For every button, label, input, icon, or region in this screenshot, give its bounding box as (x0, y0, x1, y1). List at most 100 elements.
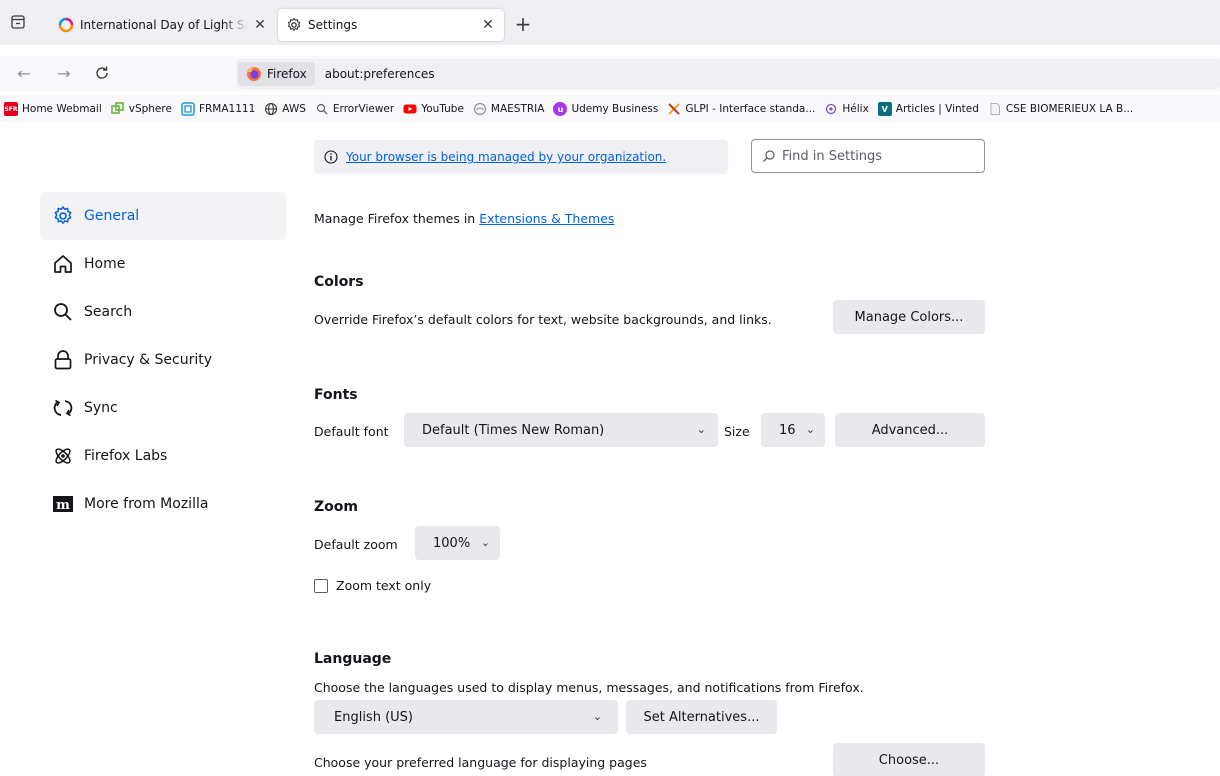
tab-international-day[interactable]: International Day of Light School ✕ (50, 9, 276, 41)
manage-colors-button[interactable]: Manage Colors... (833, 300, 985, 334)
tab-bar: International Day of Light School ✕ Sett… (0, 0, 1220, 45)
new-tab-button[interactable]: + (512, 12, 534, 36)
udemy-icon: u (553, 102, 568, 116)
tab-title: International Day of Light School (80, 18, 248, 32)
helix-icon (824, 102, 838, 116)
bookmark-vsphere[interactable]: vSphere (110, 102, 172, 116)
bookmark-label: YouTube (421, 103, 464, 115)
bookmark-vinted[interactable]: V Articles | Vinted (877, 102, 979, 116)
default-zoom-select[interactable]: 100% ⌄ (415, 526, 500, 560)
bookmark-frma1111[interactable]: FRMA1111 (181, 102, 255, 116)
bookmark-youtube[interactable]: YouTube (403, 102, 464, 116)
bookmark-label: MAESTRIA (490, 103, 545, 115)
bookmark-label: Home Webmail (22, 103, 102, 115)
gear-icon (52, 205, 74, 227)
sfr-icon: SFR (4, 102, 18, 116)
sidebar-item-label: Home (84, 256, 126, 272)
chevron-down-icon: ⌄ (805, 423, 815, 436)
identity-label: Firefox (267, 67, 307, 81)
tab-list-icon[interactable] (10, 14, 26, 30)
zoom-text-only-checkbox[interactable] (314, 578, 328, 593)
back-arrow-icon[interactable]: ← (14, 64, 34, 83)
lock-icon (52, 349, 74, 371)
tab-settings[interactable]: Settings ✕ (278, 9, 504, 41)
url-text[interactable]: about:preferences (325, 67, 435, 81)
bookmark-cse-biomerieux[interactable]: CSE BIOMERIEUX LA B... (988, 102, 1133, 116)
sidebar-item-label: Privacy & Security (84, 352, 212, 368)
navigation-toolbar: ← → Firefox about:preferences (0, 56, 1220, 92)
bookmark-label: FRMA1111 (198, 103, 256, 115)
gear-icon (286, 17, 302, 33)
atom-icon (52, 445, 74, 467)
firefox-circle-icon (58, 17, 74, 33)
globe-icon (264, 102, 278, 116)
bookmark-errorviewer[interactable]: ErrorViewer (315, 102, 394, 116)
language-value: English (US) (334, 709, 413, 725)
preferences-page: Your browser is being managed by your or… (0, 123, 1220, 776)
firefox-logo-icon (246, 66, 262, 82)
sidebar-item-label: Sync (84, 400, 118, 416)
bookmark-maestria[interactable]: MAESTRIA (473, 102, 545, 116)
set-alternatives-button[interactable]: Set Alternatives... (626, 700, 777, 734)
language-heading: Language (314, 651, 392, 667)
bookmark-label: Udemy Business (571, 103, 659, 115)
glpi-icon (667, 102, 681, 116)
sidebar-item-label: General (84, 208, 140, 224)
bookmark-label: AWS (282, 103, 306, 115)
sidebar-item-label: More from Mozilla (84, 496, 209, 512)
language-select[interactable]: English (US) ⌄ (314, 700, 618, 734)
font-size-value: 16 (779, 422, 796, 438)
sidebar-item-sync[interactable]: Sync (40, 384, 286, 432)
bookmark-glpi[interactable]: GLPI - Interface standa... (667, 102, 815, 116)
zoom-text-only-row[interactable]: Zoom text only (314, 578, 431, 593)
chevron-down-icon: ⌄ (696, 423, 706, 436)
sidebar-item-search[interactable]: Search (40, 288, 286, 336)
bookmark-label: vSphere (128, 103, 172, 115)
svg-text:m: m (56, 498, 70, 513)
default-font-select[interactable]: Default (Times New Roman) ⌄ (404, 413, 718, 447)
zoom-text-only-label: Zoom text only (336, 578, 432, 593)
themes-row: Manage Firefox themes in Extensions & Th… (314, 211, 614, 226)
bookmark-helix[interactable]: Hélix (824, 102, 869, 116)
themes-text: Manage Firefox themes in (314, 211, 476, 226)
chevron-down-icon: ⌄ (592, 710, 602, 723)
colors-description: Override Firefox’s default colors for te… (314, 312, 772, 327)
extensions-themes-link[interactable]: Extensions & Themes (479, 211, 614, 226)
sidebar-item-more-from-mozilla[interactable]: m More from Mozilla (40, 480, 286, 528)
bookmark-udemy-business[interactable]: u Udemy Business (553, 102, 658, 116)
bookmark-home-webmail[interactable]: SFR Home Webmail (4, 102, 102, 116)
reload-icon[interactable] (92, 64, 112, 85)
chevron-down-icon: ⌄ (480, 536, 490, 549)
sync-icon (52, 397, 74, 419)
sidebar-item-firefox-labs[interactable]: Firefox Labs (40, 432, 286, 480)
sidebar-item-label: Firefox Labs (84, 448, 168, 464)
advanced-fonts-button[interactable]: Advanced... (835, 413, 985, 447)
zoom-heading: Zoom (314, 499, 358, 515)
home-icon (52, 253, 74, 275)
mozilla-m-icon: m (52, 493, 74, 515)
font-size-select[interactable]: 16 ⌄ (761, 413, 825, 447)
default-zoom-label: Default zoom (314, 537, 398, 552)
vinted-icon: V (877, 102, 892, 116)
search-icon (315, 102, 329, 116)
sidebar-item-general[interactable]: General (40, 192, 286, 240)
forward-arrow-icon[interactable]: → (54, 64, 74, 83)
identity-box[interactable]: Firefox (238, 62, 315, 86)
sidebar-item-label: Search (84, 304, 133, 320)
frma-icon (181, 102, 195, 116)
search-icon (52, 301, 74, 323)
default-zoom-value: 100% (433, 535, 471, 551)
bookmark-label: GLPI - Interface standa... (685, 103, 816, 115)
sidebar-item-privacy[interactable]: Privacy & Security (40, 336, 286, 384)
language-description: Choose the languages used to display men… (314, 680, 864, 695)
choose-language-button[interactable]: Choose... (833, 743, 985, 776)
bookmark-aws[interactable]: AWS (264, 102, 306, 116)
document-icon (988, 102, 1002, 116)
bookmark-label: Articles | Vinted (895, 103, 979, 115)
close-icon[interactable]: ✕ (476, 17, 500, 33)
close-icon[interactable]: ✕ (248, 17, 272, 33)
sidebar-item-home[interactable]: Home (40, 240, 286, 288)
url-bar[interactable]: Firefox about:preferences (236, 59, 1220, 89)
categories-sidebar: General Home Search Privacy & Security S… (40, 192, 286, 528)
bookmark-label: ErrorViewer (332, 103, 395, 115)
